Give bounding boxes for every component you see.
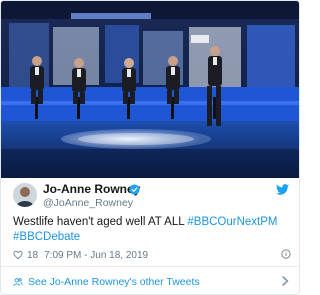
twitter-bird-icon[interactable] [276, 184, 289, 195]
tweet-meta-row: 18 7:09 PM - Jun 18, 2019 [13, 248, 148, 262]
author-handle[interactable]: @JoAnne_Rowney [43, 197, 133, 209]
see-other-tweets-label[interactable]: See Jo-Anne Rowney's other Tweets [28, 276, 200, 288]
author-name[interactable]: Jo-Anne Rowney [43, 182, 140, 196]
see-other-tweets-link[interactable]: See Jo-Anne Rowney's other Tweets [1, 267, 299, 294]
tweet-text-plain: Westlife haven't aged well AT ALL [13, 216, 188, 228]
user-avatar-icon [13, 183, 37, 207]
debate-studio-photo [1, 1, 299, 178]
author-avatar[interactable] [13, 183, 37, 207]
hashtag-link[interactable]: #BBCOurNextPM [187, 216, 277, 228]
tweet-media-photo[interactable] [1, 1, 299, 178]
tweet-timestamp[interactable]: 7:09 PM - Jun 18, 2019 [44, 250, 148, 261]
people-icon [13, 277, 23, 286]
like-count[interactable]: 18 [27, 250, 38, 261]
info-icon[interactable] [281, 249, 291, 259]
chevron-right-icon [282, 276, 289, 286]
embedded-tweet-card[interactable]: Jo-Anne Rowney @JoAnne_Rowney Westlife h… [0, 0, 300, 295]
hashtag-link[interactable]: #BBCDebate [13, 231, 80, 243]
heart-icon[interactable] [13, 250, 23, 260]
tweet-text: Westlife haven't aged well AT ALL #BBCOu… [13, 215, 293, 245]
verified-badge-icon [129, 184, 140, 195]
